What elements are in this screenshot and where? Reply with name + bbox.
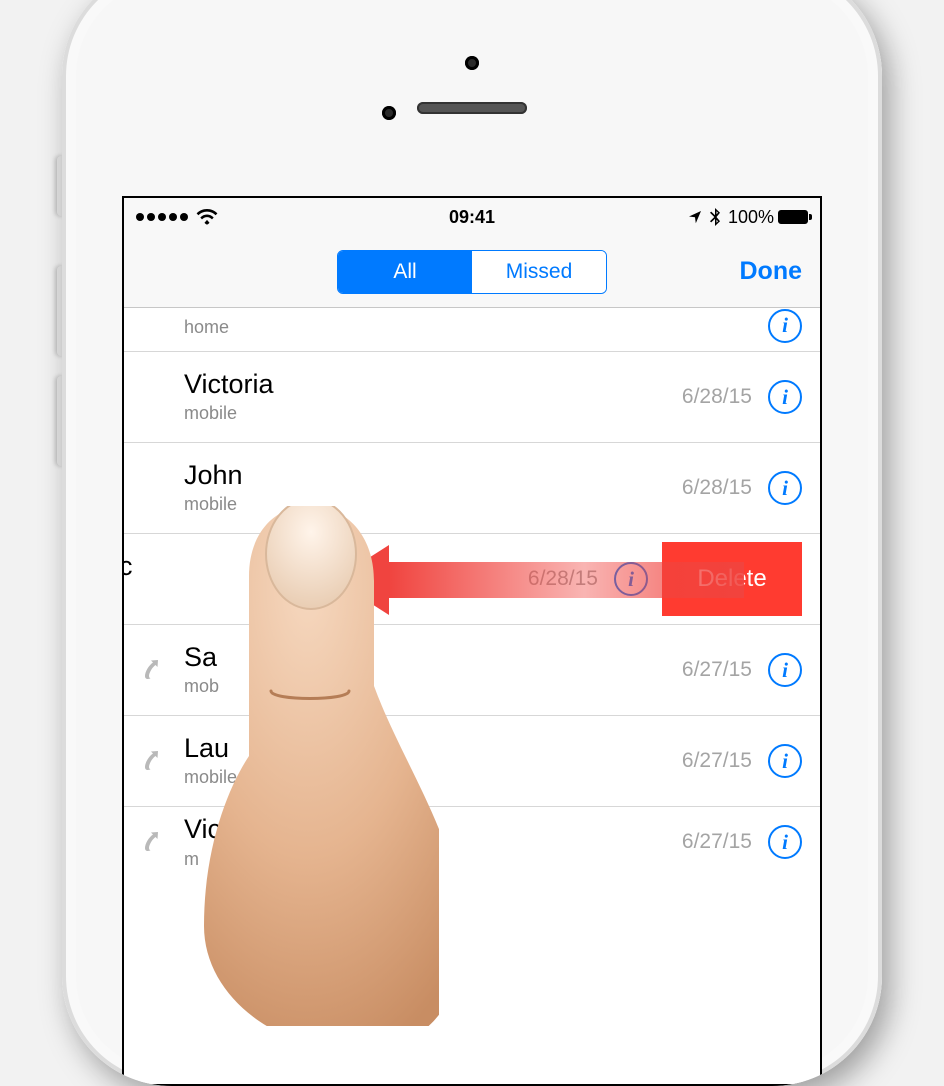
info-icon: i	[782, 385, 788, 410]
segment-missed[interactable]: Missed	[472, 251, 606, 293]
phone-frame: 09:41 100% All	[62, 0, 882, 1086]
battery-icon	[778, 210, 808, 224]
call-date: 6/27/15	[682, 749, 752, 773]
info-icon: i	[628, 567, 634, 592]
navigation-bar: All Missed Done	[124, 236, 820, 308]
iphone-device: 09:41 100% All	[62, 0, 882, 1086]
battery-indicator: 100%	[728, 207, 808, 228]
info-icon: i	[782, 749, 788, 774]
battery-percentage: 100%	[728, 207, 774, 228]
outgoing-call-icon	[142, 830, 166, 854]
call-contact-name: oria Mc	[124, 552, 528, 582]
info-icon: i	[782, 830, 788, 855]
earpiece-speaker	[417, 102, 527, 114]
info-button[interactable]: i	[768, 380, 802, 414]
call-label: mobile	[184, 767, 682, 788]
call-row[interactable]: Victor m 6/27/15 i	[124, 807, 820, 878]
info-button[interactable]: i	[768, 471, 802, 505]
signal-strength-icon	[136, 213, 188, 221]
info-icon: i	[782, 313, 788, 338]
call-label: m	[184, 849, 682, 870]
info-button[interactable]: i	[768, 653, 802, 687]
call-label: home	[184, 317, 752, 338]
call-row[interactable]: Victoria mobile 6/28/15 i	[124, 352, 820, 443]
call-contact-name: Victoria	[184, 370, 682, 400]
phone-screen: 09:41 100% All	[122, 196, 822, 1086]
call-contact-name: Lau	[184, 734, 682, 764]
call-label: e	[124, 585, 528, 606]
info-icon: i	[782, 658, 788, 683]
call-contact-name: Sa	[184, 643, 682, 673]
call-label: mob	[184, 676, 682, 697]
info-button[interactable]: i	[768, 825, 802, 859]
status-time: 09:41	[449, 207, 495, 228]
location-services-icon	[688, 210, 702, 224]
recents-filter-segmented-control: All Missed	[337, 250, 607, 294]
info-button[interactable]: i	[768, 744, 802, 778]
call-contact-name: Victor	[184, 815, 682, 845]
outgoing-call-icon	[142, 658, 166, 682]
info-button[interactable]: i	[614, 562, 648, 596]
call-date: 6/27/15	[682, 658, 752, 682]
recents-list[interactable]: home i Victoria mobile 6/28/15 i	[124, 308, 820, 878]
proximity-sensor	[382, 106, 396, 120]
info-icon: i	[782, 476, 788, 501]
done-button[interactable]: Done	[740, 257, 803, 286]
call-row[interactable]: home i	[124, 308, 820, 352]
call-date: 6/27/15	[682, 830, 752, 854]
status-bar: 09:41 100%	[124, 198, 820, 236]
wifi-icon	[196, 209, 218, 225]
bluetooth-icon	[710, 208, 720, 226]
call-label: mobile	[184, 403, 682, 424]
call-date: 6/28/15	[682, 385, 752, 409]
call-label: mobile	[184, 494, 682, 515]
call-row[interactable]: Lau mobile 6/27/15 i	[124, 716, 820, 807]
call-contact-name: John	[184, 461, 682, 491]
call-row[interactable]: Sa mob 6/27/15 i	[124, 625, 820, 716]
call-row[interactable]: John mobile 6/28/15 i	[124, 443, 820, 534]
delete-button[interactable]: Delete	[662, 542, 802, 616]
call-date: 6/28/15	[528, 567, 598, 591]
call-row-swiped[interactable]: oria Mc e 6/28/15 i Delete	[124, 534, 820, 625]
outgoing-call-icon	[142, 749, 166, 773]
call-date: 6/28/15	[682, 476, 752, 500]
front-camera	[465, 56, 479, 70]
segment-all[interactable]: All	[338, 251, 472, 293]
info-button[interactable]: i	[768, 309, 802, 343]
